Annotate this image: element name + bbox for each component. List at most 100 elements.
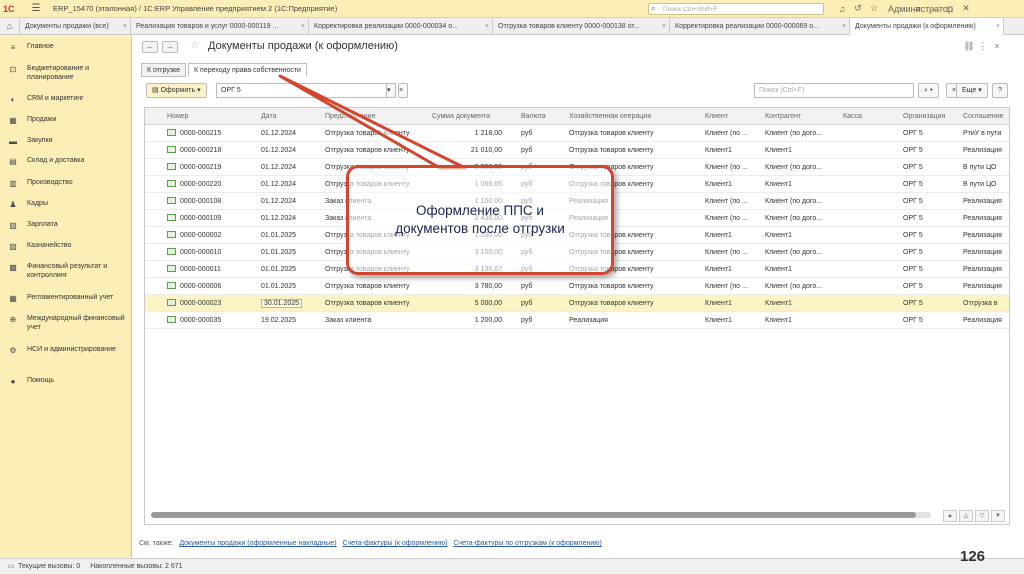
more-vertical-icon[interactable]: ⋮ xyxy=(976,41,990,52)
column-operation[interactable]: Хозяйственная операция xyxy=(569,108,699,125)
horizontal-scrollbar[interactable] xyxy=(151,512,931,518)
scroll-top-icon[interactable]: ▲ xyxy=(943,510,957,522)
sidebar-item-help[interactable]: ● Помощь xyxy=(0,377,132,386)
close-form-icon[interactable]: × xyxy=(990,41,1004,52)
tab-realization[interactable]: Реализация товаров и услуг 0000-000119 .… xyxy=(131,18,309,35)
table-row[interactable]: 0000-000023 30.01.2025 Отгрузка товаров кл… xyxy=(145,295,1009,312)
column-agreement[interactable]: Соглашение xyxy=(963,108,1009,125)
column-amount[interactable]: Сумма документа xyxy=(432,108,512,125)
organization-field[interactable]: ОРГ 5 xyxy=(216,83,396,98)
column-currency[interactable]: Валюта xyxy=(521,108,561,125)
table-cell: 0000-000011 xyxy=(167,261,249,278)
table-cell: руб xyxy=(521,130,533,137)
user-name[interactable]: Администратор xyxy=(888,4,953,14)
table-cell: Клиент (по ... xyxy=(705,215,748,222)
link-icon[interactable]: ⛓ xyxy=(962,41,976,52)
sidebar-item-salary[interactable]: ▧ Зарплата xyxy=(0,221,132,230)
table-row[interactable]: 0000-000218 01.12.2024 Отгрузка товаров кл… xyxy=(145,142,1009,159)
close-tab-icon[interactable]: × xyxy=(123,18,127,35)
table-row[interactable]: 0000-000006 01.01.2025 Отгрузка товаров кл… xyxy=(145,278,1009,295)
table-cell: Клиент (по ... xyxy=(705,283,748,290)
link-invoices-to-process[interactable]: Счета-фактуры (к оформлению) xyxy=(343,540,448,547)
org-dropdown-icon[interactable]: ▾ xyxy=(386,83,396,98)
scroll-bottom-icon[interactable]: ▼ xyxy=(991,510,1005,522)
column-counterparty[interactable]: Контрагент xyxy=(765,108,835,125)
list-search-input[interactable]: Поиск (Ctrl+F) xyxy=(754,83,914,98)
sidebar-item-crm[interactable]: ◐ CRM и маркетинг xyxy=(0,95,132,104)
favorites-icon[interactable]: ☆ xyxy=(866,3,882,14)
sidebar-item-financial-result[interactable]: ▩ Финансовый результат и контроллинг xyxy=(0,263,132,280)
link-issued-invoices[interactable]: Документы продажи (оформленные накладные… xyxy=(179,540,336,547)
tab-sales-docs-to-process[interactable]: Документы продажи (к оформлению) × xyxy=(850,18,1004,35)
tab-sales-docs-all[interactable]: Документы продажи (все) × xyxy=(20,18,131,35)
help-button[interactable]: ? xyxy=(992,83,1008,98)
minimize-icon[interactable]: – xyxy=(926,4,942,14)
close-tab-icon[interactable]: × xyxy=(996,18,1000,34)
close-tab-icon[interactable]: × xyxy=(301,18,305,35)
column-number[interactable]: Номер xyxy=(167,108,237,125)
sidebar-item-regulated-accounting[interactable]: ▦ Регламентированный учет xyxy=(0,294,132,303)
more-button[interactable]: Еще ▾ xyxy=(956,83,988,98)
table-cell: Клиент1 xyxy=(705,300,732,307)
document-number: 0000-000215 xyxy=(180,130,222,137)
document-posted-icon xyxy=(167,316,176,323)
scrollbar-thumb[interactable] xyxy=(151,512,916,518)
oformit-button[interactable]: ▤ Оформить ▾ xyxy=(146,83,207,98)
callout-line-1: Оформление ППС и xyxy=(415,203,544,218)
favorite-star-icon[interactable]: ☆ xyxy=(190,40,199,51)
close-tab-icon[interactable]: × xyxy=(662,18,666,35)
column-date[interactable]: Дата xyxy=(261,108,311,125)
table-row[interactable]: 0000-000215 01.12.2024 Отгрузка товаров кл… xyxy=(145,125,1009,142)
close-window-icon[interactable]: ✕ xyxy=(958,3,974,14)
sidebar-item-main[interactable]: ≡ Главное xyxy=(0,43,132,52)
sidebar-item-purchases[interactable]: ▬ Закупки xyxy=(0,137,132,146)
table-cell: 0000-000023 xyxy=(167,295,249,312)
org-clear-icon[interactable]: × xyxy=(398,83,408,98)
document-number: 0000-000002 xyxy=(180,232,222,239)
tab-correction-2[interactable]: Корректировка реализации 0000-000069 о..… xyxy=(670,18,850,35)
selected-date-cell[interactable]: 30.01.2025 xyxy=(261,299,303,308)
maximize-icon[interactable]: □ xyxy=(942,4,958,14)
close-tab-icon[interactable]: × xyxy=(485,18,489,35)
table-cell: Клиент (по дого... xyxy=(765,283,823,290)
notification-icon[interactable]: ♫ xyxy=(834,4,850,14)
settings-menu-icon[interactable]: ≡ xyxy=(910,4,926,14)
scroll-down-icon[interactable]: ▽ xyxy=(975,510,989,522)
table-cell: 0000-000220 xyxy=(167,176,249,193)
sidebar-item-nsi-admin[interactable]: ⚙ НСИ и администрирование xyxy=(0,346,132,355)
sidebar-item-sales[interactable]: ▦ Продажи xyxy=(0,116,132,125)
back-button[interactable]: ← xyxy=(142,41,158,53)
home-icon[interactable]: ⌂ xyxy=(0,18,20,35)
search-button[interactable]: ⌕ ▾ xyxy=(918,83,939,98)
column-client[interactable]: Клиент xyxy=(705,108,755,125)
global-search-input[interactable]: ⌕ Поиск Ctrl+Shift+F xyxy=(648,3,824,15)
table-cell: Отгрузка товаров клиенту xyxy=(325,300,410,307)
sidebar-item-ifrs[interactable]: ⊕ Международный финансовый учет xyxy=(0,315,132,332)
scroll-up-icon[interactable]: △ xyxy=(959,510,973,522)
sidebar-item-hr[interactable]: ♟ Кадры xyxy=(0,200,132,209)
sidebar-item-production[interactable]: ▥ Производство xyxy=(0,179,132,188)
column-representation[interactable]: Представление xyxy=(325,108,425,125)
tab-correction-1[interactable]: Корректировка реализации 0000-000034 о..… xyxy=(309,18,493,35)
history-icon[interactable]: ↺ xyxy=(850,3,866,14)
tab-to-shipment[interactable]: К отгрузке xyxy=(141,63,187,77)
table-cell: Клиент1 xyxy=(705,317,732,324)
form-header-tools: ⛓ ⋮ × xyxy=(962,41,1004,52)
link-shipment-invoices[interactable]: Счета-фактуры по отгрузкам (к оформлению… xyxy=(453,540,601,547)
table-cell: Отгрузка товаров клиенту xyxy=(569,130,654,137)
tab-shipment[interactable]: Отгрузка товаров клиенту 0000-000138 от.… xyxy=(493,18,670,35)
main-menu-icon[interactable]: ☰ xyxy=(29,3,43,14)
forward-button[interactable]: → xyxy=(162,41,178,53)
close-tab-icon[interactable]: × xyxy=(842,18,846,35)
sidebar-item-budgeting[interactable]: ⊡ Бюджетирование и планирование xyxy=(0,65,132,82)
table-cell xyxy=(843,176,893,193)
column-organization[interactable]: Организация xyxy=(903,108,958,125)
performance-icon[interactable]: ▭ xyxy=(4,559,18,574)
table-cell: Клиент1 xyxy=(765,300,792,307)
table-row[interactable]: 0000-000035 19.02.2025 Заказ клиента 1 200,… xyxy=(145,312,1009,329)
sidebar-item-warehouse[interactable]: ▤ Склад и доставка xyxy=(0,157,132,166)
table-cell: Клиент1 xyxy=(705,181,732,188)
tab-ownership-transfer[interactable]: К переходу права собственности xyxy=(188,63,307,77)
column-cashbox[interactable]: Касса xyxy=(843,108,893,125)
sidebar-item-treasury[interactable]: ▨ Казначейство xyxy=(0,242,132,251)
